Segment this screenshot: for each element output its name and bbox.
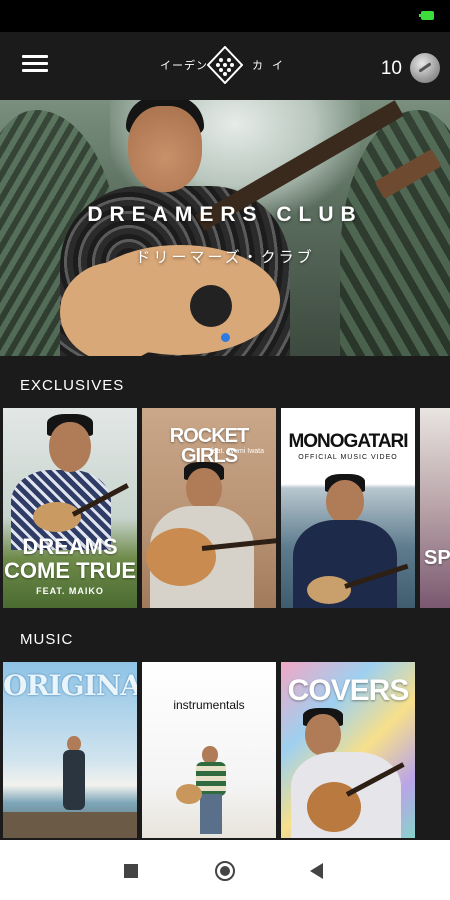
card-title: MONOGATARI — [288, 431, 408, 452]
logo-diamond-icon — [207, 46, 243, 84]
card-spi[interactable]: SPI — [420, 408, 450, 608]
music-heading: MUSIC — [20, 631, 74, 648]
hero-indicator-dot — [221, 333, 230, 342]
card-title: ROCKET GIRLS — [169, 425, 249, 467]
card-monogatari[interactable]: MONOGATARI OFFICIAL MUSIC VIDEO — [281, 408, 415, 608]
card-title: ORIGINALS — [3, 669, 137, 702]
card-rocket-girls[interactable]: ROCKET GIRLS feat. Ayumi Iwata — [142, 408, 276, 608]
hero-banner-dreamers-club[interactable]: DREAMERS CLUB ドリーマーズ・クラブ — [0, 100, 450, 356]
points-count: 10 — [380, 58, 402, 79]
circle-home-icon[interactable] — [215, 861, 235, 881]
music-row[interactable]: ORIGINALS instrumentals COVERS — [0, 662, 450, 838]
guitar-icon — [176, 784, 202, 804]
card-person-head — [49, 422, 91, 472]
hero-subtitle: ドリーマーズ・クラブ — [135, 249, 315, 266]
card-person-head — [186, 468, 222, 510]
ukulele-icon — [307, 576, 351, 604]
card-person-head — [305, 714, 341, 756]
hero-person-head — [128, 106, 202, 192]
card-dreams-come-true[interactable]: DREAMS COME TRUE FEAT. MAIKO — [3, 408, 137, 608]
card-title-line1: DREAMS — [22, 534, 118, 559]
card-instrumentals[interactable]: instrumentals — [142, 662, 276, 838]
card-pier — [3, 812, 137, 838]
exclusives-row[interactable]: DREAMS COME TRUE FEAT. MAIKO ROCKET GIRL… — [0, 408, 450, 608]
card-title: COVERS — [287, 674, 410, 707]
exclusives-heading: EXCLUSIVES — [20, 377, 125, 394]
app-logo[interactable]: イーデン カ イ — [160, 44, 290, 86]
square-recents-icon[interactable] — [124, 864, 138, 878]
ukulele-icon — [33, 502, 81, 532]
logo-text-left: イーデン — [160, 60, 208, 72]
card-feat: feat. Ayumi Iwata — [210, 448, 264, 455]
guitar-icon — [146, 528, 216, 586]
card-title-line2: COME TRUE — [4, 558, 136, 583]
card-covers[interactable]: COVERS — [281, 662, 415, 838]
triangle-back-icon[interactable] — [310, 863, 323, 879]
status-bar — [0, 0, 450, 32]
system-nav-bar — [0, 840, 450, 900]
logo-text-right: カ イ — [251, 60, 286, 72]
card-subtitle: OFFICIAL MUSIC VIDEO — [298, 454, 398, 461]
hero-title: DREAMERS CLUB — [87, 203, 363, 226]
battery-icon — [419, 11, 434, 20]
card-title: instrumentals — [173, 698, 245, 712]
app-header: イーデン カ イ 10 — [0, 32, 450, 100]
card-feat: FEAT. MAIKO — [36, 586, 104, 596]
hero-guitar-soundhole — [190, 285, 232, 327]
card-person-body — [63, 750, 85, 810]
card-person-head — [326, 480, 364, 524]
card-originals[interactable]: ORIGINALS — [3, 662, 137, 838]
hamburger-menu-icon[interactable] — [22, 55, 48, 75]
coin-icon[interactable] — [410, 53, 440, 83]
card-title: SPI — [424, 547, 450, 569]
card-person-legs — [200, 794, 222, 834]
